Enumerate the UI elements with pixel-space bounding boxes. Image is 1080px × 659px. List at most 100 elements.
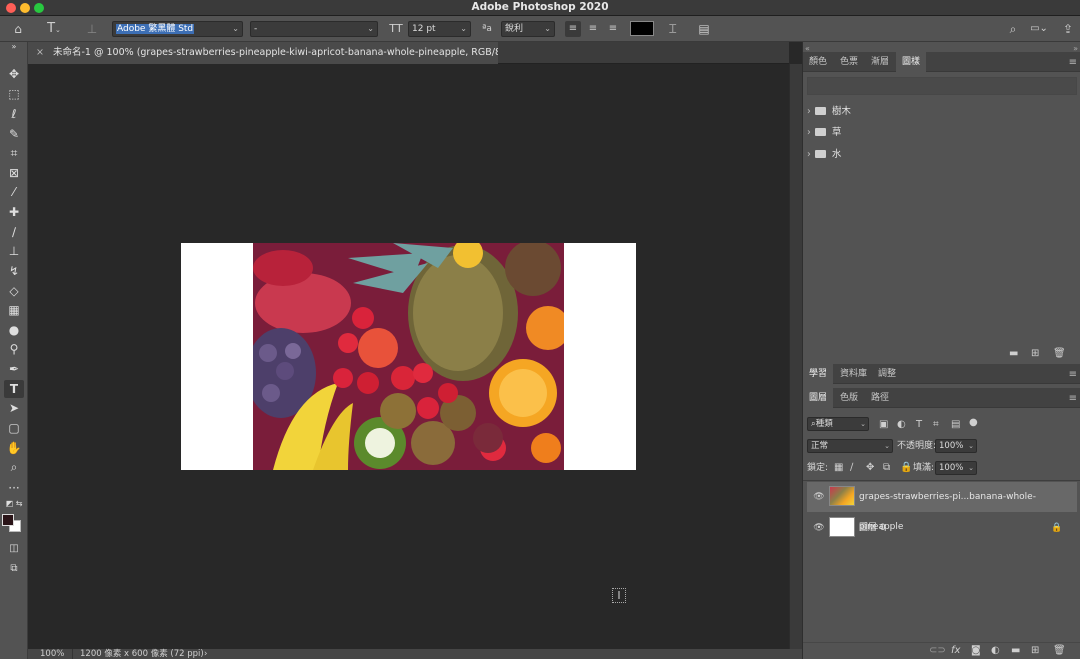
panel-menu-icon[interactable]: ≡: [1069, 369, 1077, 380]
toggle-text-orientation-icon[interactable]: ⊥: [84, 21, 100, 37]
zoom-level[interactable]: 100%: [40, 649, 64, 659]
panel-menu-icon[interactable]: ≡: [1069, 393, 1077, 404]
opacity-field[interactable]: 100% ⌄: [935, 439, 977, 453]
align-center-icon[interactable]: ≡: [585, 21, 601, 37]
anti-alias-select[interactable]: 銳利 ⌄: [501, 21, 555, 37]
new-pattern-icon[interactable]: ⊞: [1031, 348, 1039, 360]
pattern-group-grass[interactable]: › 草: [807, 123, 1077, 143]
layer-filter-select[interactable]: ⌕種類 ⌄: [807, 417, 869, 431]
path-selection-tool-icon[interactable]: ➤: [4, 399, 24, 417]
tab-adjustments[interactable]: 調整: [872, 364, 902, 384]
font-size-select[interactable]: 12 pt ⌄: [408, 21, 471, 37]
font-size-value: 12 pt: [412, 24, 436, 34]
blend-mode-select[interactable]: 正常 ⌄: [807, 439, 893, 453]
filter-shape-icon[interactable]: ⌗: [933, 419, 939, 431]
quick-selection-tool-icon[interactable]: ✎: [4, 125, 24, 143]
history-brush-tool-icon[interactable]: ↯: [4, 262, 24, 280]
rectangle-tool-icon[interactable]: ▢: [4, 419, 24, 437]
workspace-icon[interactable]: ▭⌄: [1028, 21, 1050, 37]
chevron-down-icon: ⌄: [460, 24, 467, 33]
filter-smart-object-icon[interactable]: ▤: [951, 419, 960, 431]
tab-gradients[interactable]: 漸層: [865, 52, 895, 72]
eyedropper-tool-icon[interactable]: ⁄: [4, 183, 24, 201]
font-style-select[interactable]: - ⌄: [250, 21, 378, 37]
font-family-select[interactable]: Adobe 繁黑體 Std ⌄: [112, 21, 243, 37]
eye-visibility-icon[interactable]: 👁: [813, 513, 825, 543]
pen-tool-icon[interactable]: ✒: [4, 360, 24, 378]
share-icon[interactable]: ⇪: [1060, 21, 1076, 37]
chevron-down-icon: ⌄: [968, 464, 974, 472]
lock-transparent-icon[interactable]: ▦: [834, 462, 843, 474]
screen-mode-icon[interactable]: ⧉: [4, 560, 24, 578]
tab-learn[interactable]: 學習: [803, 364, 834, 384]
home-icon[interactable]: ⌂: [10, 21, 26, 37]
crop-tool-icon[interactable]: ⌗: [4, 144, 24, 162]
more-tools-icon[interactable]: ···: [4, 479, 24, 497]
character-panel-icon[interactable]: ▤: [696, 21, 712, 37]
new-group-icon[interactable]: ▬: [1009, 348, 1018, 360]
zoom-tool-icon[interactable]: ⌕: [4, 458, 24, 476]
document-tab-bar: × 未命名-1 @ 100% (grapes-strawberries-pine…: [28, 42, 789, 64]
healing-brush-tool-icon[interactable]: ✚: [4, 203, 24, 221]
tab-patterns[interactable]: 圖樣: [896, 52, 927, 72]
text-color-swatch[interactable]: [630, 21, 654, 36]
eye-visibility-icon[interactable]: 👁: [813, 482, 825, 512]
frame-tool-icon[interactable]: ⊠: [4, 164, 24, 182]
foreground-color-swatch[interactable]: [2, 514, 14, 526]
fill-field[interactable]: 100% ⌄: [935, 461, 977, 475]
filter-type-icon[interactable]: T: [916, 419, 922, 431]
collapse-toolbar-icon[interactable]: »: [4, 42, 24, 52]
lock-image-icon[interactable]: ∕: [850, 462, 853, 474]
adjustment-layer-icon[interactable]: ◐: [991, 645, 1000, 657]
tab-channels[interactable]: 色版: [834, 388, 864, 408]
link-layers-icon[interactable]: ⊂⊃: [929, 645, 946, 657]
type-tool-icon[interactable]: T: [4, 380, 24, 398]
tab-layers[interactable]: 圖層: [803, 388, 834, 408]
fx-icon[interactable]: fx: [951, 645, 960, 657]
chevron-right-icon: ›: [807, 127, 811, 138]
quick-mask-icon[interactable]: ◫: [4, 540, 24, 558]
tab-paths[interactable]: 路徑: [865, 388, 895, 408]
tab-color[interactable]: 顏色: [803, 52, 833, 72]
filter-pixel-icon[interactable]: ▣: [879, 419, 888, 431]
filter-adjustment-icon[interactable]: ◐: [897, 419, 906, 431]
move-tool-icon[interactable]: ✥: [4, 65, 24, 83]
gradient-tool-icon[interactable]: ▦: [4, 301, 24, 319]
type-tool-preset-icon[interactable]: T⌄: [42, 21, 66, 38]
dodge-tool-icon[interactable]: ⚲: [4, 340, 24, 358]
marquee-tool-icon[interactable]: ⬚: [4, 85, 24, 103]
layer-row-photo[interactable]: 👁 grapes-strawberries-pi...banana-whole-…: [807, 482, 1077, 532]
document-info-menu-arrow[interactable]: ›: [204, 649, 207, 659]
layer-row-base[interactable]: 👁 圖層 0 🔒: [807, 513, 1077, 543]
search-icon[interactable]: ⌕: [1005, 21, 1021, 37]
add-mask-icon[interactable]: ◙: [971, 645, 981, 657]
pattern-group-trees[interactable]: › 樹木: [807, 102, 1077, 122]
new-layer-icon[interactable]: ⊞: [1031, 645, 1039, 657]
close-tab-icon[interactable]: ×: [36, 47, 44, 58]
align-left-icon[interactable]: ≡: [565, 21, 581, 37]
blur-tool-icon[interactable]: ●: [4, 321, 24, 339]
lock-all-icon[interactable]: 🔒: [900, 462, 912, 474]
panel-menu-icon[interactable]: ≡: [1069, 57, 1077, 68]
brush-tool-icon[interactable]: ∕: [4, 223, 24, 241]
swap-colors-icon[interactable]: ◩ ⇆: [4, 499, 24, 509]
hand-tool-icon[interactable]: ✋: [4, 439, 24, 457]
new-group-icon[interactable]: ▬: [1011, 645, 1020, 657]
lock-artboard-icon[interactable]: ⧉: [883, 462, 890, 474]
warp-text-icon[interactable]: Ꮖ: [665, 21, 681, 37]
pattern-group-water[interactable]: › 水: [807, 145, 1077, 165]
folder-icon: [814, 107, 826, 115]
delete-layer-icon[interactable]: 🗑: [1053, 645, 1066, 657]
lock-position-icon[interactable]: ✥: [866, 462, 874, 474]
lasso-tool-icon[interactable]: ℓ: [4, 105, 24, 123]
fruit-photo-layer[interactable]: [253, 243, 564, 470]
clone-stamp-tool-icon[interactable]: ⊥: [4, 242, 24, 260]
tab-swatches[interactable]: 色票: [834, 52, 864, 72]
tab-libraries[interactable]: 資料庫: [834, 364, 873, 384]
align-right-icon[interactable]: ≡: [605, 21, 621, 37]
delete-pattern-icon[interactable]: 🗑: [1053, 348, 1066, 360]
eraser-tool-icon[interactable]: ◇: [4, 282, 24, 300]
vertical-scrollbar[interactable]: [789, 64, 802, 649]
document-tab[interactable]: × 未命名-1 @ 100% (grapes-strawberries-pine…: [28, 42, 498, 64]
filter-toggle-icon[interactable]: ●: [969, 417, 978, 429]
